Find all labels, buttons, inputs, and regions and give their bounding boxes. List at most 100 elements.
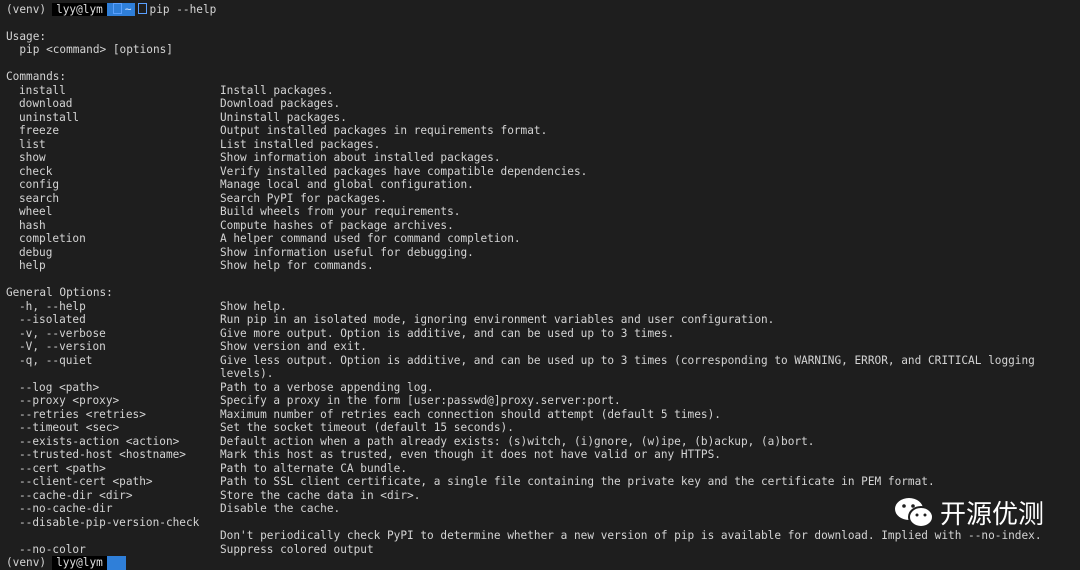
option-row: --proxy <proxy> Specify a proxy in the fo… bbox=[6, 394, 1042, 408]
option-row: -h, --help Show help. bbox=[6, 300, 1042, 314]
command-row-name: hash bbox=[19, 218, 46, 232]
option-row-name: --no-color bbox=[19, 542, 86, 556]
option-row-description: Store the cache data in <dir>. bbox=[220, 488, 421, 502]
option-row-description: Default action when a path already exist… bbox=[220, 434, 815, 448]
prompt-user: lyy@lym bbox=[52, 2, 107, 16]
wechat-icon bbox=[894, 497, 934, 528]
command-row-description: Manage local and global configuration. bbox=[220, 178, 474, 191]
option-row: levels). bbox=[6, 367, 1042, 381]
command-row-description: List installed packages. bbox=[220, 137, 381, 151]
command-row-name: help bbox=[19, 259, 46, 272]
option-row-name: -V, --version bbox=[19, 340, 106, 353]
option-row-name: --exists-action <action> bbox=[19, 434, 180, 448]
option-row: --no-color Suppress colored output bbox=[6, 543, 1042, 557]
option-row-name: -v, --verbose bbox=[19, 326, 106, 340]
option-row-description: Path to a verbose appending log. bbox=[220, 380, 434, 394]
option-row-name: -q, --quiet bbox=[19, 353, 93, 367]
terminal-output: (venv) lyy@lym ~ pip --help Usage: pip <com… bbox=[6, 0, 1042, 570]
command-row-name: download bbox=[19, 97, 73, 110]
command-row-name: list bbox=[19, 137, 46, 151]
options-title: General Options: bbox=[6, 286, 113, 299]
option-row-description: Don't periodically check PyPI to determi… bbox=[220, 529, 1042, 542]
option-row-description: Set the socket timeout (default 15 secon… bbox=[220, 421, 514, 434]
commands-title: Commands: bbox=[6, 70, 67, 83]
option-row-name: --isolated bbox=[19, 313, 86, 326]
usage-title: Usage: bbox=[6, 29, 47, 43]
option-row: --timeout <sec> Set the socket timeout (d… bbox=[6, 421, 1042, 435]
option-row: --exists-action <action> Default action w… bbox=[6, 435, 1042, 449]
option-row-name bbox=[6, 529, 220, 543]
option-row-description: Suppress colored output bbox=[220, 542, 374, 556]
option-row-name: --client-cert <path> bbox=[19, 475, 153, 488]
option-row-description: Give less output. Option is additive, an… bbox=[220, 353, 1035, 367]
command-row-name: search bbox=[19, 191, 60, 205]
watermark-text: 开源优测 bbox=[939, 500, 1044, 530]
command-row-description: Search PyPI for packages. bbox=[220, 191, 387, 205]
option-row-name: --retries <retries> bbox=[19, 407, 146, 421]
option-row-description: Show help. bbox=[220, 299, 287, 313]
option-row-name: --no-cache-dir bbox=[19, 502, 113, 515]
option-row: Don't periodically check PyPI to determi… bbox=[6, 529, 1042, 543]
option-row: --log <path> Path to a verbose appending … bbox=[6, 381, 1042, 395]
command-row: show Show information about installed pac… bbox=[6, 151, 1042, 165]
option-row-name: -h, --help bbox=[19, 299, 86, 313]
command-row-name: check bbox=[19, 164, 53, 178]
option-row-description: Path to SSL client certificate, a single… bbox=[220, 475, 935, 488]
command-row: download Download packages. bbox=[6, 97, 1042, 111]
option-row: --disable-pip-version-check bbox=[6, 516, 1042, 530]
command-row-name: install bbox=[19, 83, 66, 97]
command-row-description: Output installed packages in requirement… bbox=[220, 124, 548, 137]
option-row-name: --trusted-host <hostname> bbox=[19, 448, 186, 461]
command-row-name: completion bbox=[19, 232, 86, 245]
command-row-name: debug bbox=[19, 245, 53, 259]
usage-syntax: pip <command> [options] bbox=[6, 43, 173, 56]
option-row-description: levels). bbox=[220, 367, 274, 380]
command-row-description: Show information useful for debugging. bbox=[220, 245, 474, 259]
command-row: completion A helper command used for comm… bbox=[6, 232, 1042, 246]
option-row-name: --proxy <proxy> bbox=[19, 394, 120, 407]
command-row: search Search PyPI for packages. bbox=[6, 192, 1042, 206]
next-prompt-line: (venv) lyy@lym bbox=[6, 556, 1042, 570]
command-row-name: wheel bbox=[19, 205, 53, 218]
option-row-description: Run pip in an isolated mode, ignoring en… bbox=[220, 313, 775, 326]
command-row: config Manage local and global configurat… bbox=[6, 178, 1042, 192]
command-row: debug Show information useful for debuggi… bbox=[6, 246, 1042, 260]
command-row-description: Download packages. bbox=[220, 97, 341, 110]
command-row-description: Compute hashes of package archives. bbox=[220, 218, 454, 232]
command-row: check Verify installed packages have comp… bbox=[6, 165, 1042, 179]
option-row-description: Path to alternate CA bundle. bbox=[220, 461, 408, 475]
option-row-name: --cert <path> bbox=[19, 461, 106, 475]
command-row: wheel Build wheels from your requirements… bbox=[6, 205, 1042, 219]
command-row-name: config bbox=[19, 178, 60, 191]
option-row: -v, --verbose Give more output. Option is… bbox=[6, 327, 1042, 341]
option-row: -q, --quiet Give less output. Option is a… bbox=[6, 354, 1042, 368]
option-row: --cert <path> Path to alternate CA bundle… bbox=[6, 462, 1042, 476]
command-row-description: Install packages. bbox=[220, 83, 334, 97]
option-row-name: --timeout <sec> bbox=[19, 421, 120, 434]
entered-command: pip --help bbox=[149, 2, 217, 16]
option-row: --trusted-host <hostname> Mark this host … bbox=[6, 448, 1042, 462]
command-row-description: Show help for commands. bbox=[220, 259, 374, 272]
option-row: --cache-dir <dir> Store the cache data in… bbox=[6, 489, 1042, 503]
command-row-name: freeze bbox=[19, 124, 60, 137]
option-row-name bbox=[6, 367, 220, 381]
command-row-description: Uninstall packages. bbox=[220, 110, 347, 124]
git-icon bbox=[137, 2, 147, 14]
option-row-description: Disable the cache. bbox=[220, 502, 341, 515]
prompt-line: (venv) lyy@lym ~ pip --help bbox=[6, 2, 1042, 16]
option-row-description: Specify a proxy in the form [user:passwd… bbox=[220, 394, 621, 407]
command-row-name: show bbox=[19, 151, 46, 164]
option-row-description: Show version and exit. bbox=[220, 340, 367, 353]
command-row-description: Verify installed packages have compatibl… bbox=[220, 164, 588, 178]
option-row-name: --disable-pip-version-check bbox=[19, 515, 200, 529]
command-row: uninstall Uninstall packages. bbox=[6, 111, 1042, 125]
folder-icon bbox=[112, 2, 122, 14]
command-row-description: A helper command used for command comple… bbox=[220, 232, 521, 245]
command-row-name: uninstall bbox=[19, 110, 80, 124]
prompt-dir: ~ bbox=[106, 2, 135, 16]
option-row: -V, --version Show version and exit. bbox=[6, 340, 1042, 354]
command-row-description: Build wheels from your requirements. bbox=[220, 205, 461, 218]
option-row: --client-cert <path> Path to SSL client c… bbox=[6, 475, 1042, 489]
option-row-description: Mark this host as trusted, even though i… bbox=[220, 448, 721, 461]
option-row: --no-cache-dir Disable the cache. bbox=[6, 502, 1042, 516]
